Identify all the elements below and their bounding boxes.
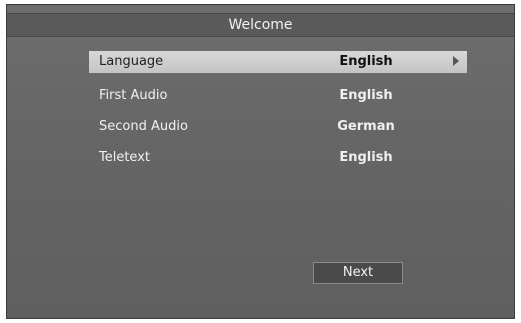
page-title: Welcome bbox=[7, 13, 514, 37]
menu-item-label: Language bbox=[99, 54, 164, 69]
menu-item-label: Second Audio bbox=[99, 119, 188, 134]
chevron-right-icon bbox=[453, 56, 459, 66]
menu-item-value: English bbox=[339, 54, 393, 69]
menu-item-label: First Audio bbox=[99, 88, 168, 103]
menu-item-value: English bbox=[339, 88, 393, 103]
menu-item-first-audio[interactable]: First Audio English bbox=[89, 82, 467, 113]
menu-item-value: German bbox=[337, 119, 395, 134]
settings-menu: Language English First Audio English Sec… bbox=[89, 51, 467, 175]
menu-item-second-audio[interactable]: Second Audio German bbox=[89, 113, 467, 144]
menu-item-label: Teletext bbox=[99, 150, 150, 165]
menu-item-value: English bbox=[339, 150, 393, 165]
menu-item-teletext[interactable]: Teletext English bbox=[89, 144, 467, 175]
welcome-screen: Welcome Language English First Audio Eng… bbox=[6, 4, 515, 319]
menu-item-language[interactable]: Language English bbox=[89, 51, 467, 73]
next-button[interactable]: Next bbox=[313, 262, 403, 284]
